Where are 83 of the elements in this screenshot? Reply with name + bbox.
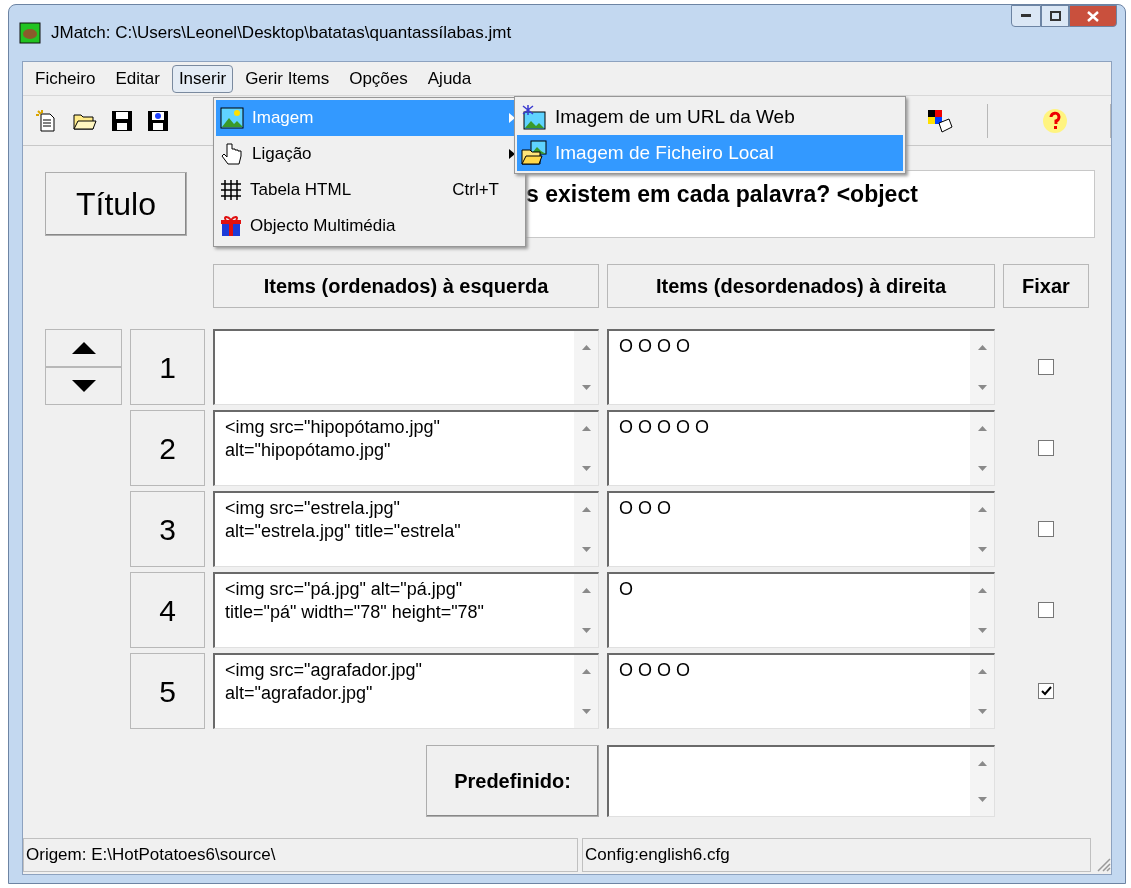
scroll-down-icon[interactable] bbox=[977, 628, 987, 633]
row-number-button[interactable]: 3 bbox=[130, 491, 205, 567]
column-header: Fixar bbox=[1003, 264, 1089, 308]
scroll-up-icon[interactable] bbox=[977, 669, 987, 674]
up-arrow-icon bbox=[71, 342, 96, 354]
gift-icon bbox=[220, 215, 242, 237]
left-item-field[interactable] bbox=[213, 329, 599, 405]
submenu-arrow-icon bbox=[509, 149, 515, 159]
move-up-button[interactable] bbox=[45, 329, 122, 367]
help-icon[interactable] bbox=[1042, 107, 1068, 134]
table-grid-icon bbox=[220, 179, 242, 201]
menu-item[interactable]: Ficheiro bbox=[27, 64, 104, 93]
column-header: Items (desordenados) à direita bbox=[607, 264, 995, 308]
fixar-checkbox[interactable] bbox=[1038, 440, 1054, 456]
window-title: JMatch: C:\Users\Leonel\Desktop\batatas\quantassílabas.jmt bbox=[51, 22, 512, 45]
menu-item[interactable]: Editar bbox=[107, 64, 168, 93]
menu-item[interactable]: Opções bbox=[341, 64, 416, 93]
right-item-field[interactable]: O O O O bbox=[607, 329, 995, 405]
save-as-icon[interactable] bbox=[147, 109, 169, 132]
scroll-up-icon[interactable] bbox=[977, 507, 987, 512]
fixar-checkbox[interactable] bbox=[1038, 359, 1054, 375]
menu-item[interactable]: Ajuda bbox=[419, 64, 480, 93]
menu-option[interactable]: Tabela HTML Ctrl+T bbox=[216, 172, 523, 208]
palette-icon[interactable] bbox=[927, 108, 953, 133]
left-item-field[interactable]: <img src="agrafador.jpg" alt="agrafador.jpg" bbox=[213, 653, 599, 729]
scroll-up-icon[interactable] bbox=[977, 761, 987, 766]
resize-grip-icon[interactable] bbox=[1095, 856, 1111, 872]
left-item-field[interactable]: <img src="estrela.jpg" alt="estrela.jpg" title="estrela" bbox=[213, 491, 599, 567]
row-number-button[interactable]: 1 bbox=[130, 329, 205, 405]
fixar-checkbox[interactable] bbox=[1038, 683, 1054, 699]
submenu-arrow-icon bbox=[509, 113, 515, 123]
close-icon bbox=[1087, 10, 1099, 22]
scroll-down-icon[interactable] bbox=[581, 547, 591, 552]
scroll-down-icon[interactable] bbox=[977, 797, 987, 802]
column-header: Items (ordenados) à esquerda bbox=[213, 264, 599, 308]
right-item-field[interactable]: O O O O O bbox=[607, 410, 995, 486]
scroll-down-icon[interactable] bbox=[581, 709, 591, 714]
right-item-field[interactable]: O bbox=[607, 572, 995, 648]
picture-icon bbox=[220, 107, 244, 129]
status-config: Config:english6.cfg bbox=[582, 838, 1091, 872]
scroll-down-icon[interactable] bbox=[581, 385, 591, 390]
menu-item[interactable]: Gerir Items bbox=[237, 64, 338, 93]
scroll-down-icon[interactable] bbox=[977, 466, 987, 471]
pointing-hand-icon bbox=[220, 142, 244, 166]
scroll-down-icon[interactable] bbox=[977, 547, 987, 552]
minimize-button[interactable] bbox=[1011, 5, 1041, 27]
maximize-button[interactable] bbox=[1041, 5, 1069, 27]
default-button[interactable]: Predefinido: bbox=[426, 745, 599, 817]
scroll-up-icon[interactable] bbox=[581, 345, 591, 350]
default-field[interactable] bbox=[607, 745, 995, 817]
left-item-field[interactable]: <img src="hipopótamo.jpg" alt="hipopótamo.jpg" bbox=[213, 410, 599, 486]
scroll-up-icon[interactable] bbox=[977, 345, 987, 350]
right-item-field[interactable]: O O O O bbox=[607, 653, 995, 729]
scroll-down-icon[interactable] bbox=[581, 466, 591, 471]
move-down-button[interactable] bbox=[45, 367, 122, 405]
close-button[interactable] bbox=[1069, 5, 1117, 27]
scroll-down-icon[interactable] bbox=[977, 709, 987, 714]
scroll-down-icon[interactable] bbox=[581, 628, 591, 633]
row-number-button[interactable]: 4 bbox=[130, 572, 205, 648]
app-icon bbox=[19, 22, 41, 44]
right-item-field[interactable]: O O O bbox=[607, 491, 995, 567]
maximize-icon bbox=[1049, 11, 1061, 21]
scroll-down-icon[interactable] bbox=[977, 385, 987, 390]
scroll-up-icon[interactable] bbox=[581, 507, 591, 512]
title-button[interactable]: Título bbox=[45, 172, 187, 236]
scroll-up-icon[interactable] bbox=[581, 669, 591, 674]
fixar-checkbox[interactable] bbox=[1038, 521, 1054, 537]
web-picture-icon bbox=[521, 104, 547, 130]
down-arrow-icon bbox=[71, 380, 96, 392]
status-origin: Origem: E:\HotPotatoes6\source\ bbox=[23, 838, 578, 872]
checkmark-icon bbox=[1040, 686, 1052, 696]
left-item-field[interactable]: <img src="pá.jpg" alt="pá.jpg" title="pá" width="78" height="78" bbox=[213, 572, 599, 648]
row-number-button[interactable]: 2 bbox=[130, 410, 205, 486]
folder-picture-icon bbox=[521, 140, 547, 166]
row-number-button[interactable]: 5 bbox=[130, 653, 205, 729]
scroll-up-icon[interactable] bbox=[581, 588, 591, 593]
save-icon[interactable] bbox=[111, 109, 133, 132]
scroll-up-icon[interactable] bbox=[977, 588, 987, 593]
scroll-up-icon[interactable] bbox=[977, 426, 987, 431]
minimize-icon bbox=[1021, 14, 1031, 18]
fixar-checkbox[interactable] bbox=[1038, 602, 1054, 618]
menu-item[interactable]: Inserir bbox=[171, 64, 234, 93]
scroll-up-icon[interactable] bbox=[581, 426, 591, 431]
